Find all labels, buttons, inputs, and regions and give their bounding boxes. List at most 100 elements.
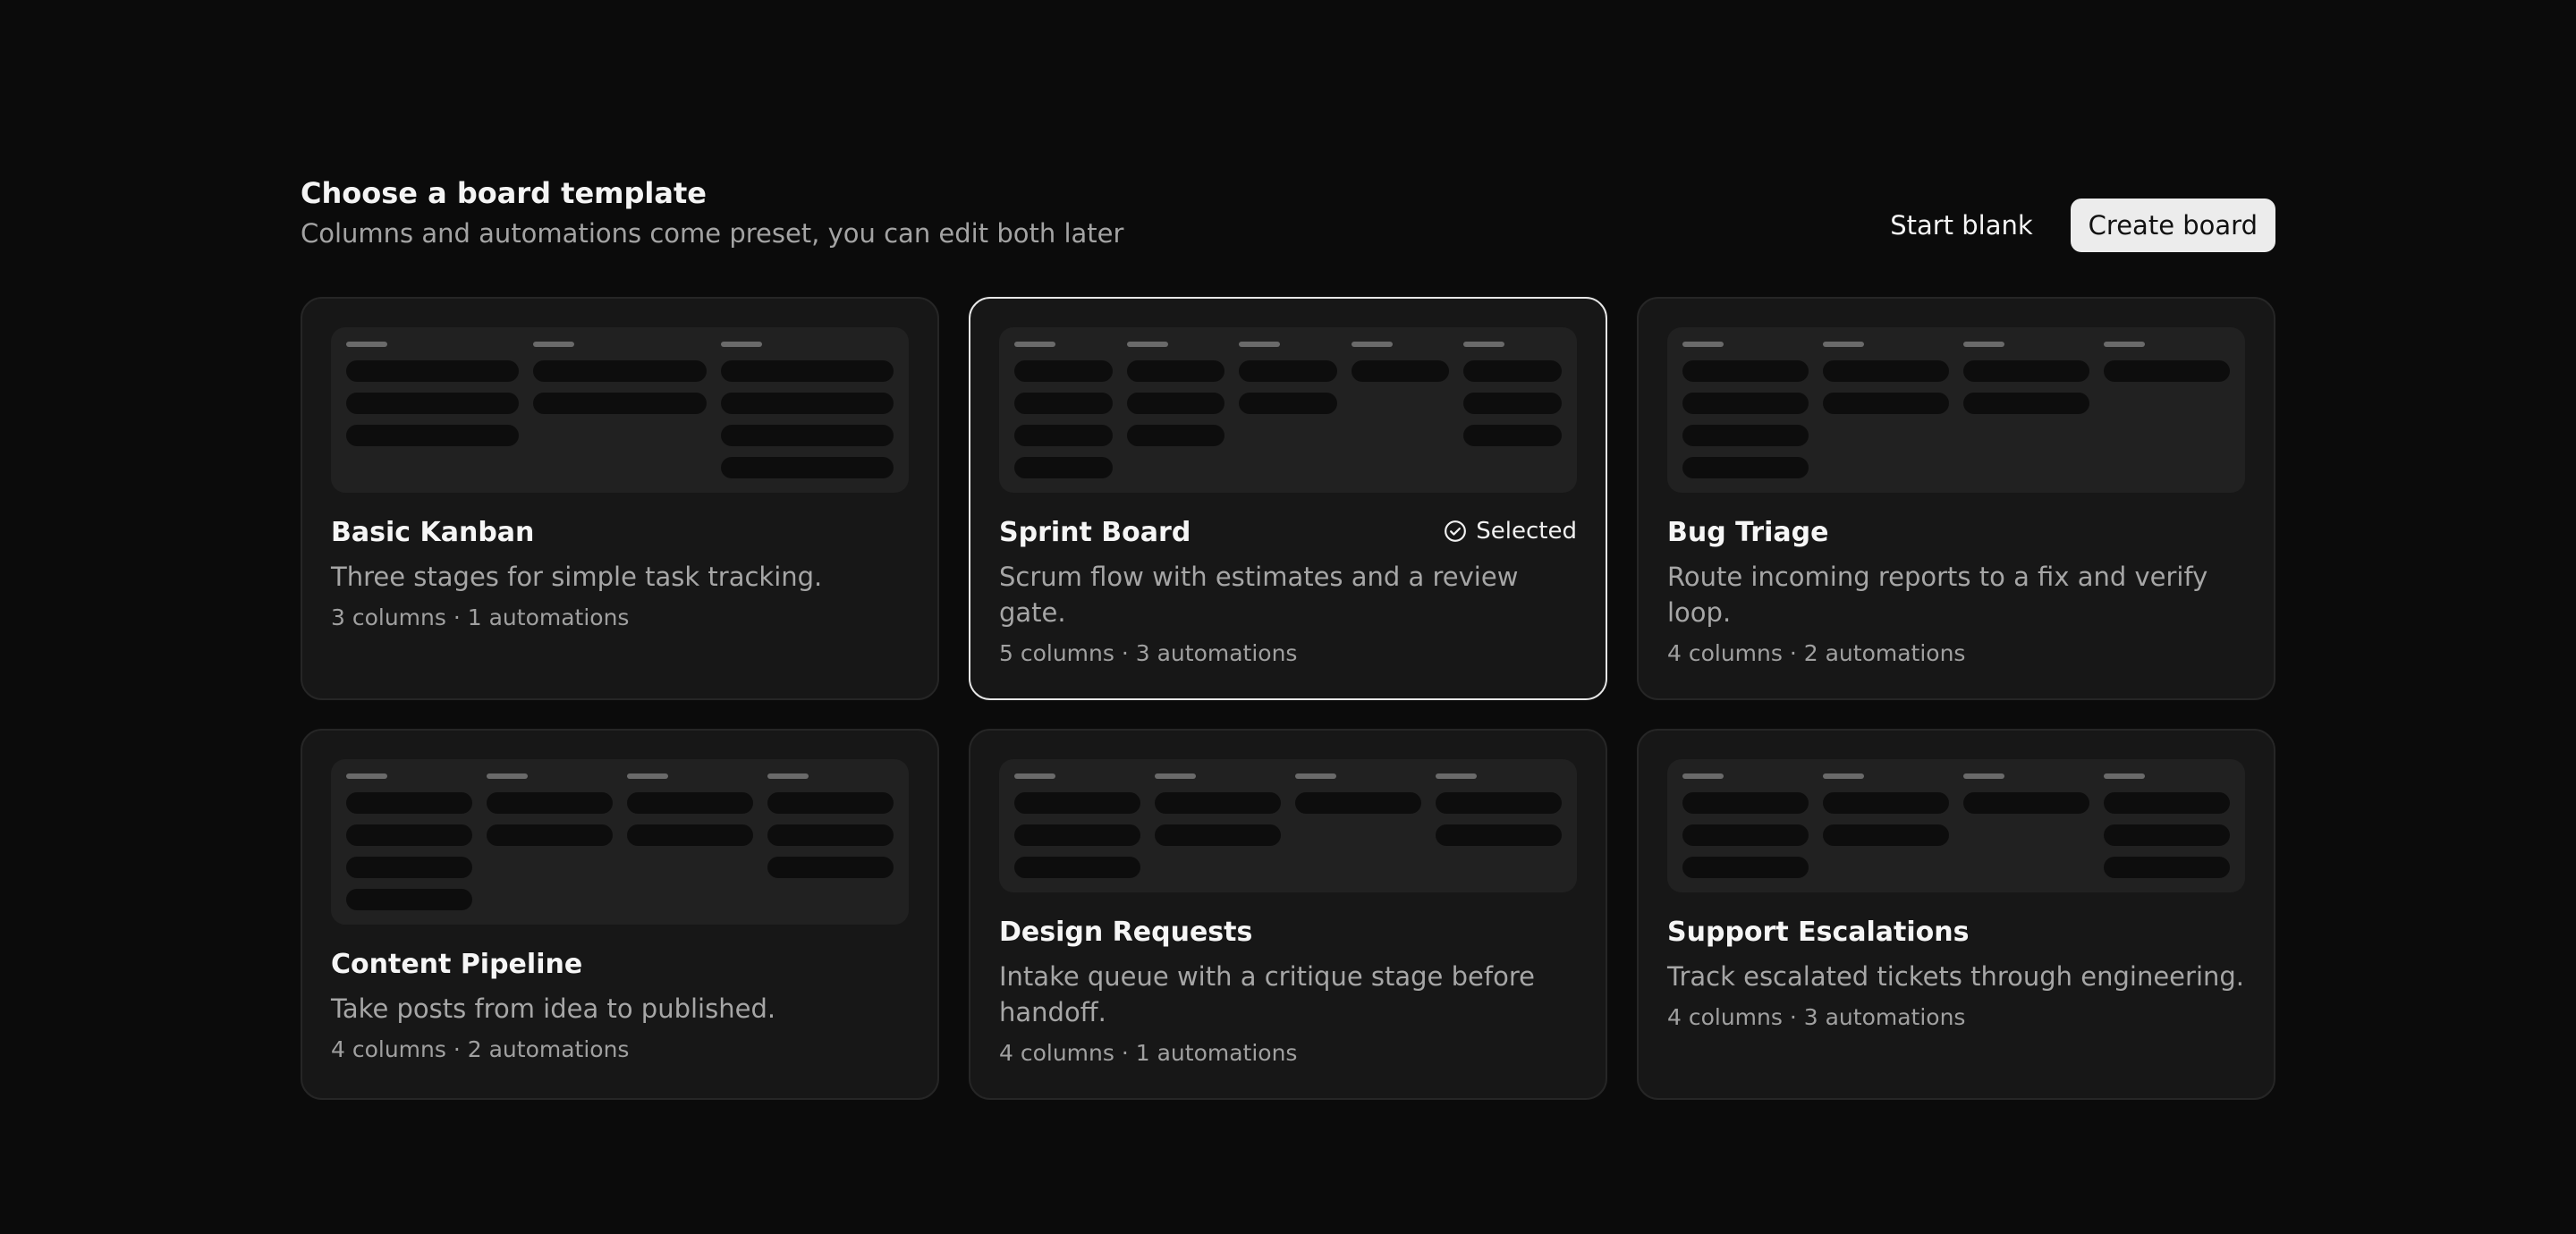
preview-card — [627, 824, 753, 846]
preview-column — [346, 773, 472, 910]
preview-card — [1014, 457, 1113, 478]
preview-card — [1682, 824, 1809, 846]
preview-card — [720, 425, 894, 446]
preview-card — [1155, 792, 1281, 814]
check-circle-icon — [1444, 520, 1467, 543]
preview-column-header — [346, 773, 387, 779]
preview-column-header — [1155, 773, 1196, 779]
preview-column — [1963, 342, 2089, 414]
template-card-bug-triage[interactable]: Bug Triage Route incoming reports to a fi… — [1637, 297, 2275, 700]
template-meta: 4 columns · 2 automations — [1667, 640, 1966, 666]
template-name: Basic Kanban — [331, 517, 535, 548]
template-name: Support Escalations — [1667, 917, 1970, 948]
preview-column — [1014, 773, 1140, 878]
template-name: Bug Triage — [1667, 517, 1829, 548]
preview-column — [1239, 342, 1337, 414]
template-card-content-pipeline[interactable]: Content Pipeline Take posts from idea to … — [301, 729, 939, 1100]
preview-column-header — [627, 773, 668, 779]
preview-card — [1682, 425, 1809, 446]
template-card-design-requests[interactable]: Design Requests Intake queue with a criti… — [969, 729, 1607, 1100]
board-preview — [1667, 759, 2245, 892]
preview-column-header — [533, 342, 575, 347]
template-card-support-escalations[interactable]: Support Escalations Track escalated ticke… — [1637, 729, 2275, 1100]
preview-column — [487, 773, 613, 846]
template-description: Three stages for simple task tracking. — [331, 562, 823, 592]
board-preview — [999, 759, 1577, 892]
preview-column — [1823, 342, 1949, 414]
preview-card — [767, 857, 894, 878]
template-description: Scrum flow with estimates and a review g… — [999, 562, 1519, 628]
preview-card — [1823, 393, 1949, 414]
template-description: Intake queue with a critique stage befor… — [999, 961, 1535, 1027]
preview-card — [1351, 360, 1450, 382]
template-card-sprint-board[interactable]: Sprint Board Selected Scrum flow with esti… — [969, 297, 1607, 700]
preview-column — [1014, 342, 1113, 478]
preview-card — [2104, 360, 2230, 382]
preview-column — [1351, 342, 1450, 382]
preview-card — [346, 425, 520, 446]
preview-column — [346, 342, 520, 446]
preview-card — [2104, 857, 2230, 878]
preview-card — [1963, 792, 2089, 814]
preview-column-header — [1682, 773, 1724, 779]
preview-card — [1682, 457, 1809, 478]
preview-column-header — [487, 773, 528, 779]
preview-card — [1126, 393, 1225, 414]
preview-column-header — [346, 342, 387, 347]
preview-column-header — [767, 773, 809, 779]
preview-column-header — [1239, 342, 1281, 347]
preview-card — [1463, 360, 1562, 382]
preview-card — [533, 360, 707, 382]
preview-column-header — [1014, 342, 1055, 347]
preview-column-header — [1682, 342, 1724, 347]
preview-card — [720, 457, 894, 478]
preview-column — [1823, 773, 1949, 846]
preview-card — [346, 792, 472, 814]
preview-card — [627, 792, 753, 814]
preview-card — [1014, 393, 1113, 414]
board-preview — [331, 759, 909, 925]
preview-column-header — [1963, 773, 2004, 779]
template-meta: 4 columns · 1 automations — [999, 1040, 1298, 1066]
template-name: Design Requests — [999, 917, 1253, 948]
preview-column-header — [2104, 773, 2145, 779]
preview-card — [533, 393, 707, 414]
preview-card — [1014, 824, 1140, 846]
preview-card — [1239, 360, 1337, 382]
preview-column-header — [1436, 773, 1477, 779]
preview-column-header — [1351, 342, 1393, 347]
preview-column — [533, 342, 707, 414]
preview-card — [2104, 792, 2230, 814]
preview-card — [1126, 360, 1225, 382]
board-preview — [1667, 327, 2245, 493]
template-description: Route incoming reports to a fix and veri… — [1667, 562, 2208, 628]
preview-column-header — [1963, 342, 2004, 347]
preview-card — [1126, 425, 1225, 446]
template-description: Track escalated tickets through engineer… — [1667, 961, 2245, 992]
preview-column — [720, 342, 894, 478]
template-grid: Basic Kanban Three stages for simple task… — [301, 297, 2275, 1100]
preview-card — [1014, 425, 1113, 446]
preview-column-header — [2104, 342, 2145, 347]
preview-column — [1126, 342, 1225, 446]
preview-column — [1436, 773, 1562, 846]
preview-card — [767, 792, 894, 814]
create-board-button[interactable]: Create board — [2070, 199, 2275, 252]
preview-column-header — [1014, 773, 1055, 779]
header-text: Choose a board template Columns and auto… — [301, 175, 1123, 250]
preview-column-header — [1295, 773, 1336, 779]
preview-card — [1682, 792, 1809, 814]
preview-column — [2104, 773, 2230, 878]
preview-column — [1682, 773, 1809, 878]
preview-column — [1463, 342, 1562, 446]
start-blank-button[interactable]: Start blank — [1888, 201, 2034, 249]
preview-card — [1463, 393, 1562, 414]
preview-card — [487, 824, 613, 846]
preview-card — [346, 360, 520, 382]
preview-card — [1823, 792, 1949, 814]
template-card-basic-kanban[interactable]: Basic Kanban Three stages for simple task… — [301, 297, 939, 700]
preview-column-header — [1823, 342, 1864, 347]
selected-badge: Selected — [1444, 518, 1577, 545]
preview-column — [1295, 773, 1421, 814]
preview-column — [767, 773, 894, 878]
